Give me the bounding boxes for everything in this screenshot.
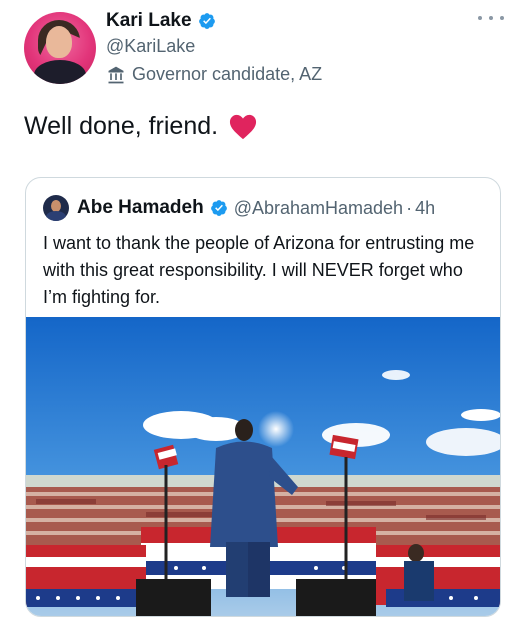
tweet-body: Well done, friend.	[24, 112, 258, 141]
quoted-author-name[interactable]: Abe Hamadeh	[77, 197, 204, 219]
time-separator: ·	[406, 197, 413, 218]
author-name-row: Kari Lake	[106, 10, 216, 32]
avatar-shoulders	[34, 60, 86, 84]
quoted-tweet-text: I want to thank the people of Arizona fo…	[43, 233, 475, 307]
quoted-tweet-header: Abe Hamadeh @AbrahamHamadeh · 4h	[43, 195, 435, 221]
tweet-text: Well done, friend.	[24, 112, 219, 140]
author-affiliation-label: Governor candidate, AZ	[106, 64, 322, 85]
quoted-tweet-card[interactable]: Abe Hamadeh @AbrahamHamadeh · 4h I want …	[25, 177, 501, 617]
quoted-author-handle[interactable]: @AbrahamHamadeh	[234, 198, 403, 219]
verified-badge-icon	[210, 200, 227, 216]
quoted-author-avatar[interactable]	[43, 195, 69, 221]
avatar-face	[46, 26, 72, 58]
author-avatar[interactable]	[24, 12, 96, 84]
heart-emoji-icon	[230, 114, 257, 139]
verified-badge-icon	[198, 13, 215, 29]
more-options-icon[interactable]	[478, 8, 504, 28]
rally-photo[interactable]	[26, 317, 500, 616]
government-building-icon	[108, 66, 124, 83]
author-display-name[interactable]: Kari Lake	[106, 10, 192, 32]
author-handle[interactable]: @KariLake	[106, 36, 195, 57]
author-label-text: Governor candidate, AZ	[132, 64, 323, 84]
quoted-tweet-time[interactable]: 4h	[415, 198, 435, 219]
